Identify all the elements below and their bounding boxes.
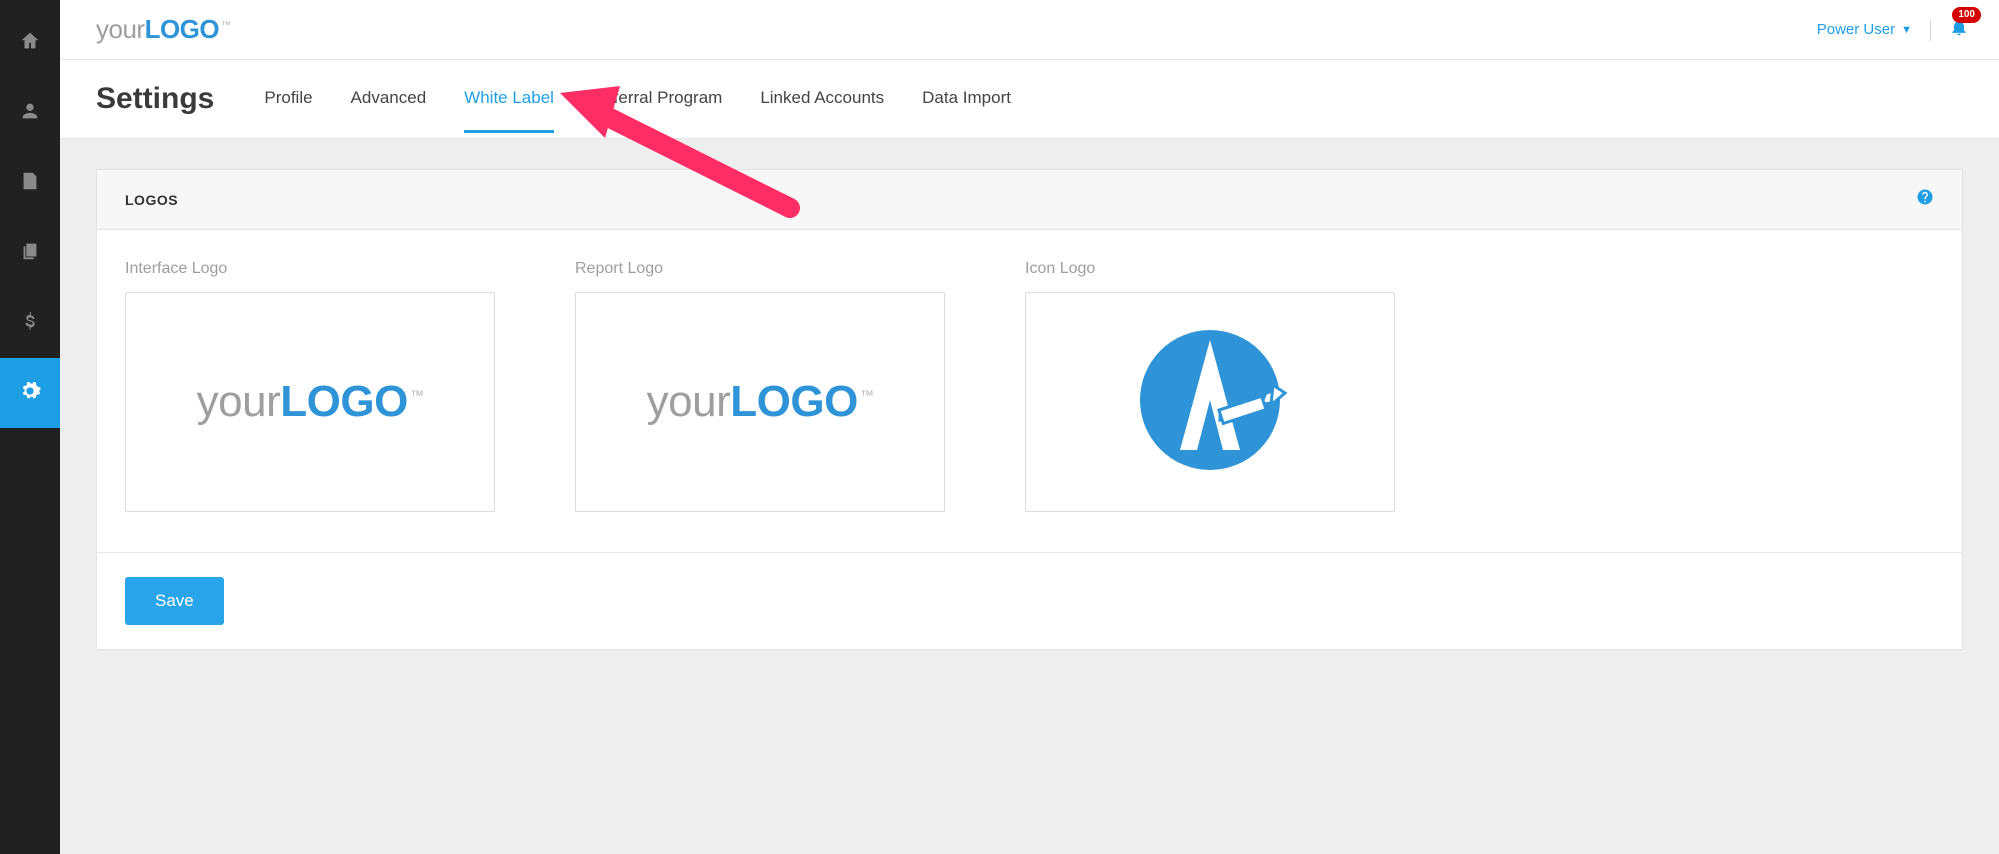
sidebar-item-billing[interactable] xyxy=(0,288,60,358)
dollar-icon xyxy=(19,310,41,337)
bell-icon xyxy=(1949,24,1969,41)
user-label: Power User xyxy=(1817,21,1895,38)
content-area: LOGOS Interface Logo yourLOGO xyxy=(60,139,1999,854)
panel-header: LOGOS xyxy=(97,170,1962,230)
notifications-button[interactable]: 100 xyxy=(1949,17,1969,42)
brand-suffix: LOGO xyxy=(145,14,220,44)
tabs-row: Settings Profile Advanced White Label Re… xyxy=(60,60,1999,139)
tab-referral-program[interactable]: Referral Program xyxy=(592,88,722,133)
icon-logo-upload[interactable] xyxy=(1025,292,1395,512)
divider xyxy=(1930,19,1931,41)
interface-logo-preview: yourLOGO™ xyxy=(197,377,424,427)
panel-title: LOGOS xyxy=(125,192,178,208)
copy-icon xyxy=(19,240,41,267)
tab-advanced[interactable]: Advanced xyxy=(351,88,427,133)
gear-icon xyxy=(19,380,41,407)
tab-white-label[interactable]: White Label xyxy=(464,88,554,133)
help-button[interactable] xyxy=(1916,188,1934,211)
tab-data-import[interactable]: Data Import xyxy=(922,88,1011,133)
panel-body: Interface Logo yourLOGO™ Report Logo xyxy=(97,230,1962,552)
interface-logo-col: Interface Logo yourLOGO™ xyxy=(125,260,495,512)
icon-logo-col: Icon Logo xyxy=(1025,260,1395,512)
sidebar-item-home[interactable] xyxy=(0,8,60,78)
user-menu[interactable]: Power User ▼ xyxy=(1817,21,1912,38)
home-icon xyxy=(19,30,41,57)
report-logo-label: Report Logo xyxy=(575,260,945,278)
brand-tm: ™ xyxy=(221,20,231,31)
sidebar-item-settings[interactable] xyxy=(0,358,60,428)
brand-prefix: your xyxy=(96,14,145,44)
sidebar-item-user[interactable] xyxy=(0,78,60,148)
report-icon xyxy=(19,170,41,197)
tab-profile[interactable]: Profile xyxy=(264,88,312,133)
save-button[interactable]: Save xyxy=(125,577,224,625)
interface-logo-upload[interactable]: yourLOGO™ xyxy=(125,292,495,512)
sidebar-item-copy[interactable] xyxy=(0,218,60,288)
user-icon xyxy=(19,100,41,127)
report-logo-upload[interactable]: yourLOGO™ xyxy=(575,292,945,512)
page-title: Settings xyxy=(96,82,214,138)
sidebar-item-report[interactable] xyxy=(0,148,60,218)
icon-logo-preview xyxy=(1125,315,1295,490)
report-logo-preview: yourLOGO™ xyxy=(647,377,874,427)
main-area: yourLOGO™ Power User ▼ 100 Settings Prof… xyxy=(60,0,1999,854)
help-icon xyxy=(1916,193,1934,210)
caret-down-icon: ▼ xyxy=(1901,24,1912,36)
report-logo-col: Report Logo yourLOGO™ xyxy=(575,260,945,512)
sidebar-nav xyxy=(0,0,60,854)
topbar: yourLOGO™ Power User ▼ 100 xyxy=(60,0,1999,60)
icon-logo-label: Icon Logo xyxy=(1025,260,1395,278)
logos-panel: LOGOS Interface Logo yourLOGO xyxy=(96,169,1963,650)
brand-logo[interactable]: yourLOGO™ xyxy=(96,14,231,45)
panel-footer: Save xyxy=(97,552,1962,649)
tab-linked-accounts[interactable]: Linked Accounts xyxy=(760,88,884,133)
interface-logo-label: Interface Logo xyxy=(125,260,495,278)
notification-badge: 100 xyxy=(1952,7,1981,23)
